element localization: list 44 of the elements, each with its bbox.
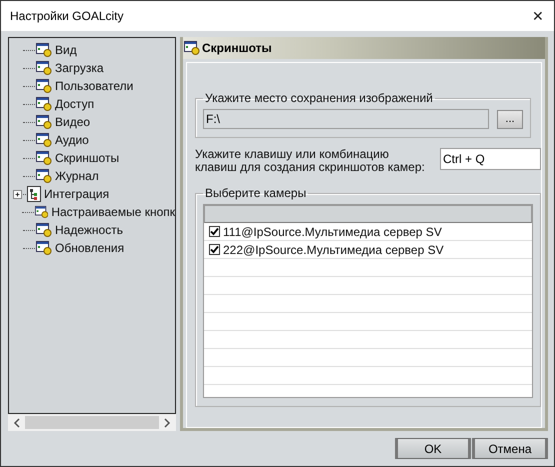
horizontal-scrollbar[interactable] (8, 414, 176, 431)
gear-window-icon (36, 169, 52, 183)
scroll-left-icon[interactable] (13, 418, 21, 428)
expand-icon[interactable] (13, 190, 22, 198)
gear-window-icon (36, 151, 52, 165)
tree-item[interactable]: Интеграция (44, 187, 110, 201)
tree-item[interactable]: Вид (55, 43, 77, 57)
hotkey-label: Укажите клавишу или комбинацию клавиш для создания скриншотов камер: (195, 148, 425, 174)
checkbox[interactable] (209, 226, 220, 237)
gear-window-icon (36, 133, 52, 147)
camera-name[interactable]: 111@IpSource.Мультимедиа сервер SV (223, 224, 442, 238)
ok-button[interactable]: OK (395, 438, 471, 459)
tree-item[interactable]: Пользователи (55, 79, 134, 93)
gear-window-icon (36, 43, 52, 57)
tree-item[interactable]: Аудио (55, 133, 89, 147)
tree-item[interactable]: Загрузка (55, 61, 104, 75)
cancel-button[interactable]: Отмена (472, 438, 548, 459)
browse-button[interactable]: ... (497, 110, 523, 128)
hierarchy-icon (27, 186, 41, 202)
gear-window-icon (36, 79, 52, 93)
tree-item[interactable]: Журнал (55, 169, 99, 183)
gear-window-icon (184, 41, 200, 55)
tree-item[interactable]: Настраиваемые кнопк (51, 205, 175, 219)
scroll-right-icon[interactable] (163, 418, 171, 428)
tree-item[interactable]: Скриншоты (55, 151, 120, 165)
checkbox[interactable] (209, 244, 220, 255)
window-title: Настройки GOALcity (10, 9, 124, 23)
group-legend: Выберите камеры (203, 186, 308, 200)
close-button[interactable]: ✕ (532, 8, 544, 24)
gear-window-icon (36, 97, 52, 111)
panel-title: Скриншоты (202, 41, 272, 55)
gear-window-icon (36, 61, 52, 75)
tree-item[interactable]: Надежность (55, 223, 123, 237)
group-legend: Укажите место сохранения изображений (203, 91, 435, 105)
gear-window-icon (36, 223, 52, 237)
tree-item[interactable]: Доступ (55, 97, 94, 111)
tree-item[interactable]: Видео (55, 115, 90, 129)
gear-window-icon (34, 205, 48, 219)
gear-window-icon (36, 115, 52, 129)
gear-window-icon (36, 241, 52, 255)
path-field[interactable]: F:\ (203, 109, 489, 129)
tree-item[interactable]: Обновления (55, 241, 124, 255)
camera-name[interactable]: 222@IpSource.Мультимедиа сервер SV (223, 242, 444, 256)
hotkey-field[interactable]: Ctrl + Q (440, 148, 541, 170)
